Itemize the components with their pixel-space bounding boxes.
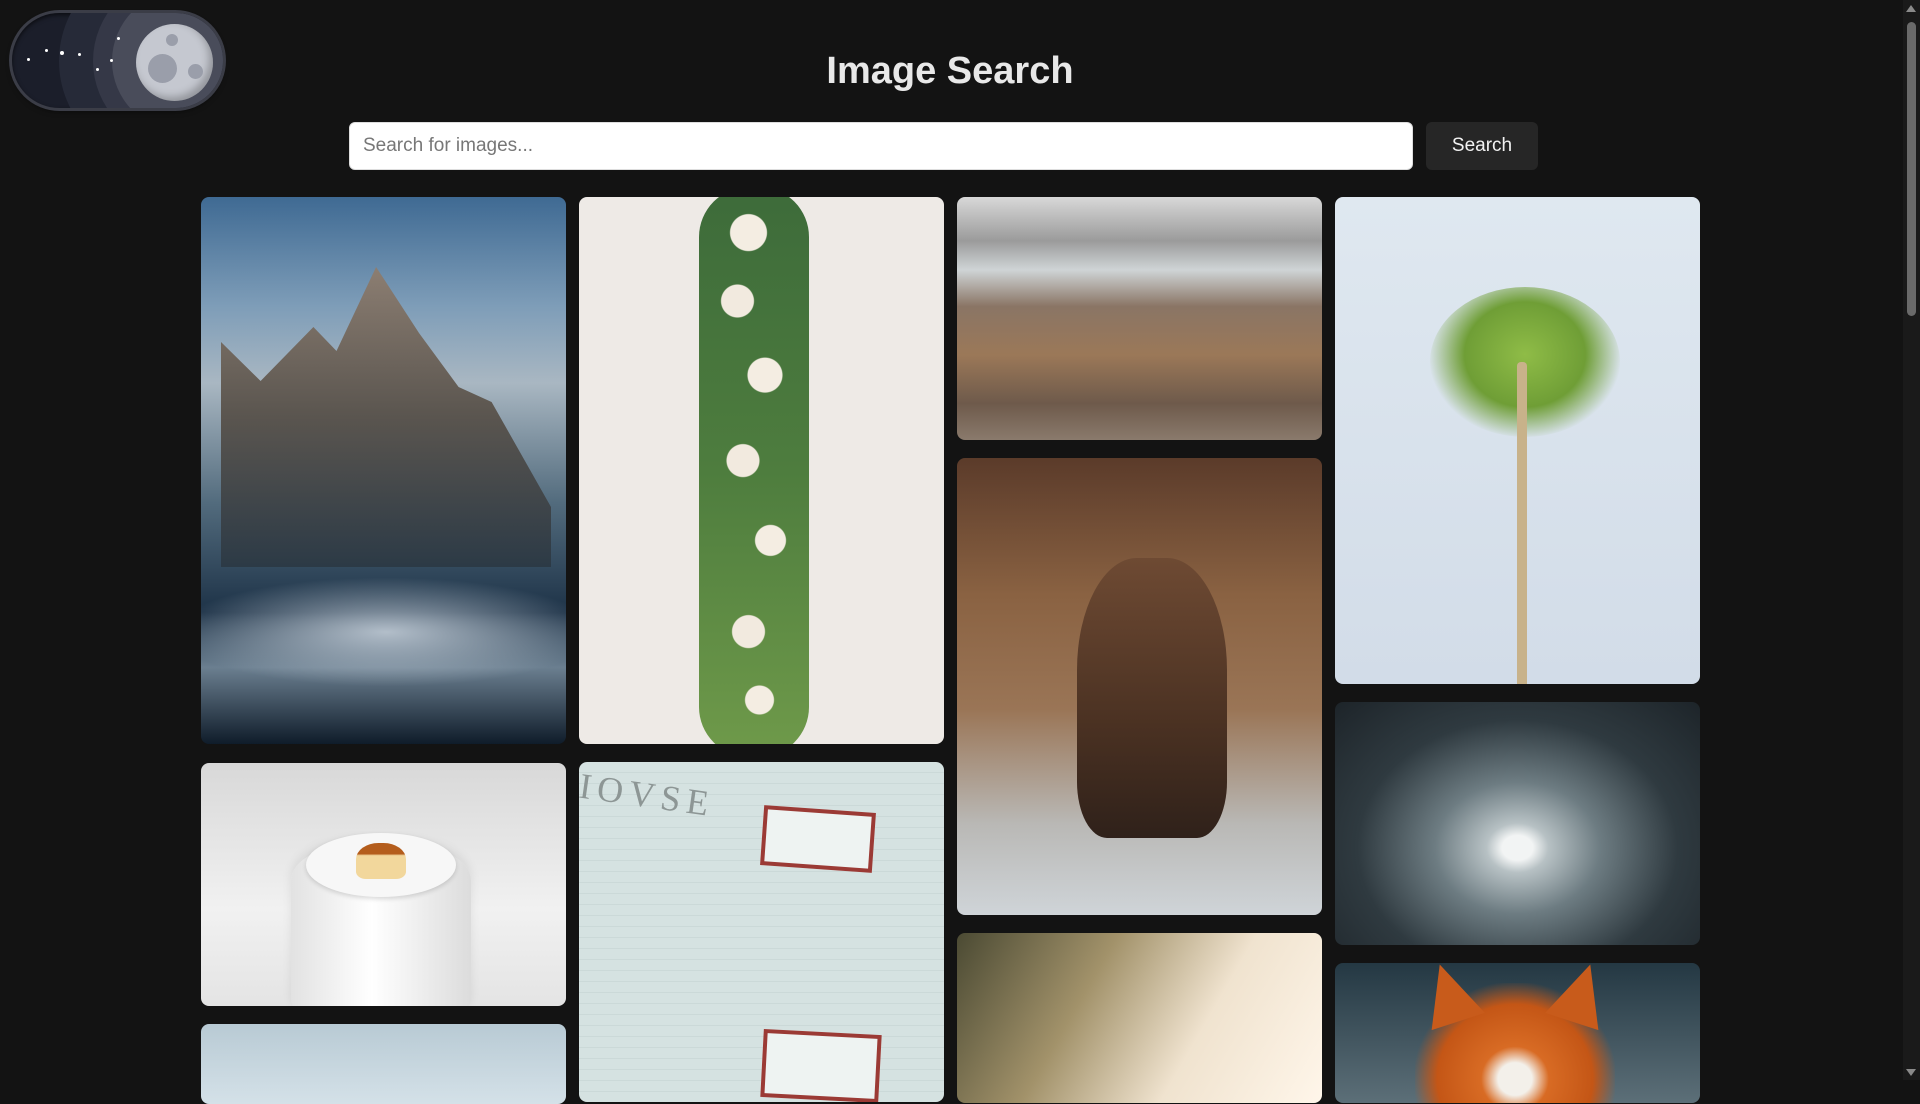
star-icon	[117, 37, 120, 40]
image-blue-building[interactable]	[201, 1024, 566, 1104]
rider-figure	[1077, 558, 1227, 838]
building-sign: IOVSE	[579, 765, 718, 825]
vertical-scrollbar[interactable]	[1903, 0, 1920, 1080]
fog-layer	[201, 577, 566, 687]
moon-crater	[166, 34, 178, 46]
page-title: Image Search	[826, 50, 1074, 92]
image-tunnel[interactable]	[1335, 702, 1700, 945]
image-palm-tree[interactable]	[1335, 197, 1700, 684]
window	[760, 1028, 882, 1102]
image-horse-riders[interactable]	[957, 458, 1322, 915]
mountain-shape	[221, 267, 551, 567]
image-pudding[interactable]	[201, 763, 566, 1006]
palm-trunk	[1517, 362, 1527, 684]
image-sunlit-forest[interactable]	[957, 933, 1322, 1103]
image-snowy-hills[interactable]	[957, 197, 1322, 440]
scroll-up-icon[interactable]	[1906, 5, 1916, 12]
image-flower-garland[interactable]	[579, 197, 944, 744]
search-input[interactable]	[349, 122, 1413, 170]
image-brick-building[interactable]: IOVSE	[579, 762, 944, 1102]
flan-shape	[356, 843, 406, 879]
flower-vine	[699, 197, 809, 744]
search-bar: Search	[349, 122, 1538, 170]
image-mountain-peak[interactable]	[201, 197, 566, 744]
image-fox[interactable]	[1335, 963, 1700, 1103]
search-button[interactable]: Search	[1426, 122, 1538, 170]
scroll-thumb[interactable]	[1907, 22, 1916, 316]
scroll-down-icon[interactable]	[1906, 1069, 1916, 1076]
window	[760, 805, 876, 873]
